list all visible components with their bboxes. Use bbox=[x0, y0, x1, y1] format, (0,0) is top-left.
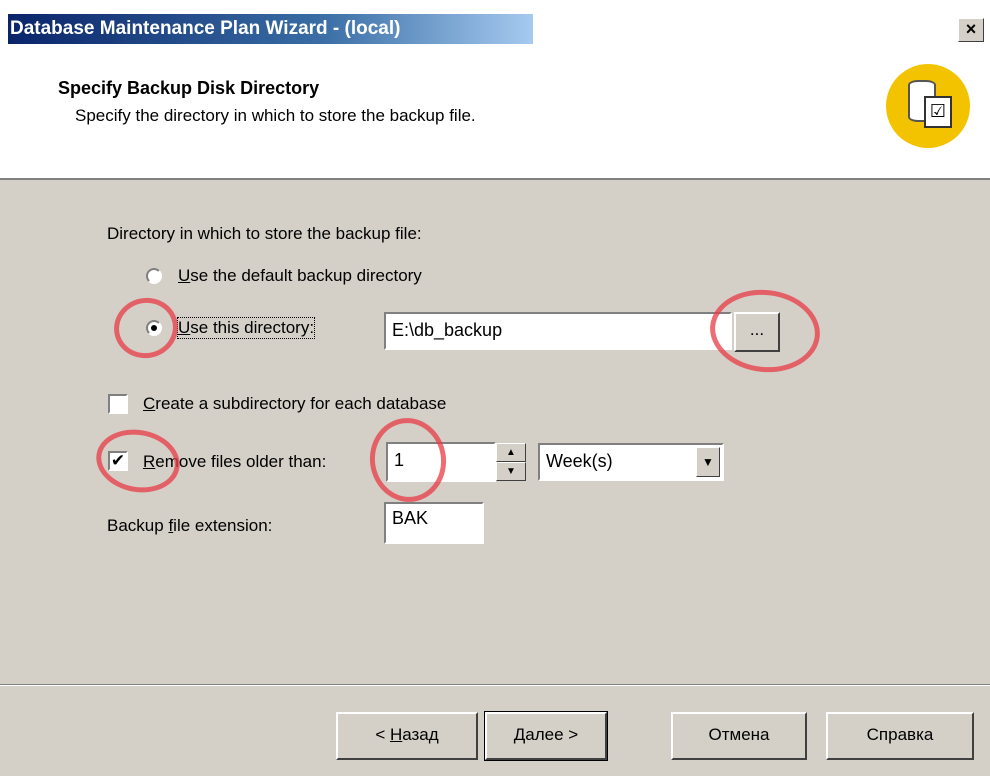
radio-default-directory-label[interactable]: Use the default backup directory bbox=[178, 266, 422, 286]
spin-up-icon[interactable]: ▲ bbox=[496, 443, 526, 462]
age-amount-spinner[interactable]: ▲ ▼ bbox=[496, 442, 526, 482]
extension-label: Backup file extension: bbox=[107, 516, 273, 535]
directory-path-input[interactable]: E:\db_backup bbox=[384, 312, 732, 350]
annotation-circle-radio bbox=[108, 292, 184, 364]
wizard-header: Specify Backup Disk Directory Specify th… bbox=[0, 46, 990, 180]
page-subtitle: Specify the directory in which to store … bbox=[75, 106, 476, 125]
age-unit-value: Week(s) bbox=[546, 451, 613, 471]
age-unit-select[interactable]: Week(s) ▼ bbox=[538, 443, 724, 481]
next-button[interactable]: Далее > bbox=[484, 711, 608, 761]
window-title: Database Maintenance Plan Wizard - (loca… bbox=[10, 18, 401, 39]
database-checklist-icon: ☑ bbox=[886, 64, 970, 148]
radio-this-directory-label[interactable]: Use this directory: bbox=[176, 317, 316, 339]
spin-down-icon[interactable]: ▼ bbox=[496, 462, 526, 481]
chevron-down-icon[interactable]: ▼ bbox=[696, 447, 720, 477]
radio-default-directory[interactable] bbox=[146, 268, 162, 284]
annotation-circle-checkbox bbox=[91, 423, 185, 499]
back-button[interactable]: < Назад bbox=[336, 712, 478, 760]
title-bar: Database Maintenance Plan Wizard - (loca… bbox=[0, 0, 990, 47]
page-title: Specify Backup Disk Directory bbox=[58, 78, 320, 98]
checklist-icon: ☑ bbox=[924, 96, 952, 128]
subdirectory-checkbox-label[interactable]: Create a subdirectory for each database bbox=[143, 394, 446, 414]
subdirectory-checkbox[interactable] bbox=[108, 394, 128, 414]
help-button[interactable]: Справка bbox=[826, 712, 974, 760]
directory-group-label: Directory in which to store the backup f… bbox=[107, 224, 422, 243]
annotation-circle-browse bbox=[706, 284, 824, 378]
cancel-button[interactable]: Отмена bbox=[671, 712, 807, 760]
annotation-circle-amount bbox=[364, 413, 452, 507]
extension-input[interactable]: BAK bbox=[384, 502, 484, 544]
button-separator bbox=[0, 684, 990, 686]
close-button[interactable]: × bbox=[958, 18, 984, 42]
